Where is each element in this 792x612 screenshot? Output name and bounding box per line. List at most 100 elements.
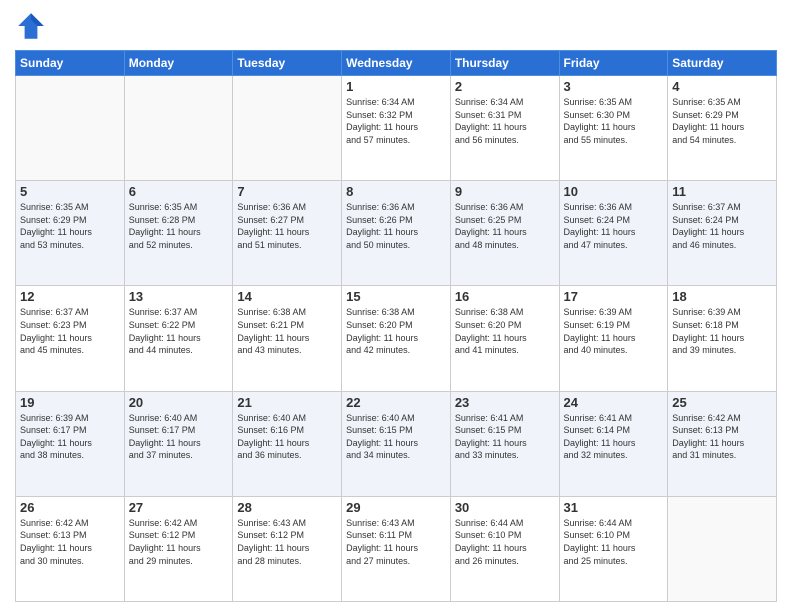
cell-info: Sunrise: 6:38 AM Sunset: 6:21 PM Dayligh… (237, 306, 337, 356)
cell-info: Sunrise: 6:42 AM Sunset: 6:13 PM Dayligh… (20, 517, 120, 567)
weekday-header: Tuesday (233, 51, 342, 76)
cell-day-number: 3 (564, 79, 664, 94)
cell-info: Sunrise: 6:40 AM Sunset: 6:15 PM Dayligh… (346, 412, 446, 462)
cell-day-number: 23 (455, 395, 555, 410)
cell-day-number: 28 (237, 500, 337, 515)
cell-day-number: 31 (564, 500, 664, 515)
weekday-header: Thursday (450, 51, 559, 76)
calendar-cell: 19 Sunrise: 6:39 AM Sunset: 6:17 PM Dayli… (16, 391, 125, 496)
calendar-cell (124, 76, 233, 181)
cell-day-number: 22 (346, 395, 446, 410)
cell-info: Sunrise: 6:42 AM Sunset: 6:13 PM Dayligh… (672, 412, 772, 462)
calendar-cell: 21 Sunrise: 6:40 AM Sunset: 6:16 PM Dayli… (233, 391, 342, 496)
calendar-cell: 22 Sunrise: 6:40 AM Sunset: 6:15 PM Dayli… (342, 391, 451, 496)
calendar-row: 5Sunrise: 6:35 AM Sunset: 6:29 PM Daylig… (16, 181, 777, 286)
calendar-cell (233, 76, 342, 181)
cell-info: Sunrise: 6:43 AM Sunset: 6:11 PM Dayligh… (346, 517, 446, 567)
cell-info: Sunrise: 6:41 AM Sunset: 6:15 PM Dayligh… (455, 412, 555, 462)
cell-info: Sunrise: 6:40 AM Sunset: 6:16 PM Dayligh… (237, 412, 337, 462)
weekday-header: Sunday (16, 51, 125, 76)
calendar-cell: 24Sunrise: 6:41 AM Sunset: 6:14 PM Dayli… (559, 391, 668, 496)
cell-day-number: 16 (455, 289, 555, 304)
weekday-header: Monday (124, 51, 233, 76)
logo-icon (15, 10, 47, 42)
weekday-header: Wednesday (342, 51, 451, 76)
calendar-cell: 28 Sunrise: 6:43 AM Sunset: 6:12 PM Dayli… (233, 496, 342, 601)
cell-info: Sunrise: 6:44 AM Sunset: 6:10 PM Dayligh… (564, 517, 664, 567)
cell-info: Sunrise: 6:39 AM Sunset: 6:18 PM Dayligh… (672, 306, 772, 356)
cell-info: Sunrise: 6:39 AM Sunset: 6:17 PM Dayligh… (20, 412, 120, 462)
cell-day-number: 13 (129, 289, 229, 304)
cell-day-number: 29 (346, 500, 446, 515)
cell-info: Sunrise: 6:38 AM Sunset: 6:20 PM Dayligh… (455, 306, 555, 356)
calendar-cell: 10 Sunrise: 6:36 AM Sunset: 6:24 PM Dayli… (559, 181, 668, 286)
calendar-cell: 15 Sunrise: 6:38 AM Sunset: 6:20 PM Dayli… (342, 286, 451, 391)
calendar-cell: 25Sunrise: 6:42 AM Sunset: 6:13 PM Dayli… (668, 391, 777, 496)
calendar-cell: 6 Sunrise: 6:35 AM Sunset: 6:28 PM Daylig… (124, 181, 233, 286)
calendar-cell: 23 Sunrise: 6:41 AM Sunset: 6:15 PM Dayli… (450, 391, 559, 496)
cell-day-number: 24 (564, 395, 664, 410)
cell-day-number: 1 (346, 79, 446, 94)
cell-day-number: 20 (129, 395, 229, 410)
calendar-header: SundayMondayTuesdayWednesdayThursdayFrid… (16, 51, 777, 76)
calendar-cell: 30Sunrise: 6:44 AM Sunset: 6:10 PM Dayli… (450, 496, 559, 601)
header (15, 10, 777, 42)
calendar-row: 19 Sunrise: 6:39 AM Sunset: 6:17 PM Dayli… (16, 391, 777, 496)
calendar-cell: 16 Sunrise: 6:38 AM Sunset: 6:20 PM Dayli… (450, 286, 559, 391)
calendar-cell: 7 Sunrise: 6:36 AM Sunset: 6:27 PM Daylig… (233, 181, 342, 286)
calendar-row: 1Sunrise: 6:34 AM Sunset: 6:32 PM Daylig… (16, 76, 777, 181)
calendar-cell: 26 Sunrise: 6:42 AM Sunset: 6:13 PM Dayli… (16, 496, 125, 601)
calendar-cell (668, 496, 777, 601)
cell-day-number: 17 (564, 289, 664, 304)
calendar-cell: 1Sunrise: 6:34 AM Sunset: 6:32 PM Daylig… (342, 76, 451, 181)
page: SundayMondayTuesdayWednesdayThursdayFrid… (0, 0, 792, 612)
cell-info: Sunrise: 6:36 AM Sunset: 6:27 PM Dayligh… (237, 201, 337, 251)
cell-day-number: 10 (564, 184, 664, 199)
calendar-cell: 4Sunrise: 6:35 AM Sunset: 6:29 PM Daylig… (668, 76, 777, 181)
calendar-cell: 31 Sunrise: 6:44 AM Sunset: 6:10 PM Dayli… (559, 496, 668, 601)
calendar-cell: 2 Sunrise: 6:34 AM Sunset: 6:31 PM Daylig… (450, 76, 559, 181)
weekday-header: Friday (559, 51, 668, 76)
calendar-cell: 13Sunrise: 6:37 AM Sunset: 6:22 PM Dayli… (124, 286, 233, 391)
cell-day-number: 21 (237, 395, 337, 410)
cell-info: Sunrise: 6:39 AM Sunset: 6:19 PM Dayligh… (564, 306, 664, 356)
cell-day-number: 2 (455, 79, 555, 94)
calendar-cell: 3Sunrise: 6:35 AM Sunset: 6:30 PM Daylig… (559, 76, 668, 181)
cell-day-number: 18 (672, 289, 772, 304)
cell-day-number: 6 (129, 184, 229, 199)
cell-info: Sunrise: 6:42 AM Sunset: 6:12 PM Dayligh… (129, 517, 229, 567)
calendar-cell: 20 Sunrise: 6:40 AM Sunset: 6:17 PM Dayli… (124, 391, 233, 496)
cell-info: Sunrise: 6:40 AM Sunset: 6:17 PM Dayligh… (129, 412, 229, 462)
weekday-header: Saturday (668, 51, 777, 76)
cell-day-number: 9 (455, 184, 555, 199)
calendar-cell: 9Sunrise: 6:36 AM Sunset: 6:25 PM Daylig… (450, 181, 559, 286)
cell-info: Sunrise: 6:36 AM Sunset: 6:26 PM Dayligh… (346, 201, 446, 251)
calendar-cell: 14Sunrise: 6:38 AM Sunset: 6:21 PM Dayli… (233, 286, 342, 391)
calendar-cell: 27 Sunrise: 6:42 AM Sunset: 6:12 PM Dayli… (124, 496, 233, 601)
cell-day-number: 11 (672, 184, 772, 199)
cell-day-number: 5 (20, 184, 120, 199)
calendar-cell: 17 Sunrise: 6:39 AM Sunset: 6:19 PM Dayli… (559, 286, 668, 391)
cell-info: Sunrise: 6:37 AM Sunset: 6:24 PM Dayligh… (672, 201, 772, 251)
calendar-cell (16, 76, 125, 181)
logo (15, 10, 51, 42)
calendar-cell: 18 Sunrise: 6:39 AM Sunset: 6:18 PM Dayli… (668, 286, 777, 391)
cell-info: Sunrise: 6:38 AM Sunset: 6:20 PM Dayligh… (346, 306, 446, 356)
calendar-cell: 5Sunrise: 6:35 AM Sunset: 6:29 PM Daylig… (16, 181, 125, 286)
cell-info: Sunrise: 6:36 AM Sunset: 6:24 PM Dayligh… (564, 201, 664, 251)
cell-day-number: 19 (20, 395, 120, 410)
cell-info: Sunrise: 6:44 AM Sunset: 6:10 PM Dayligh… (455, 517, 555, 567)
cell-info: Sunrise: 6:43 AM Sunset: 6:12 PM Dayligh… (237, 517, 337, 567)
calendar-cell: 12Sunrise: 6:37 AM Sunset: 6:23 PM Dayli… (16, 286, 125, 391)
calendar-cell: 11 Sunrise: 6:37 AM Sunset: 6:24 PM Dayli… (668, 181, 777, 286)
cell-day-number: 26 (20, 500, 120, 515)
cell-info: Sunrise: 6:35 AM Sunset: 6:28 PM Dayligh… (129, 201, 229, 251)
cell-info: Sunrise: 6:34 AM Sunset: 6:31 PM Dayligh… (455, 96, 555, 146)
cell-info: Sunrise: 6:35 AM Sunset: 6:29 PM Dayligh… (672, 96, 772, 146)
calendar-row: 26 Sunrise: 6:42 AM Sunset: 6:13 PM Dayli… (16, 496, 777, 601)
cell-day-number: 7 (237, 184, 337, 199)
cell-day-number: 15 (346, 289, 446, 304)
weekday-row: SundayMondayTuesdayWednesdayThursdayFrid… (16, 51, 777, 76)
calendar-body: 1Sunrise: 6:34 AM Sunset: 6:32 PM Daylig… (16, 76, 777, 602)
cell-day-number: 27 (129, 500, 229, 515)
